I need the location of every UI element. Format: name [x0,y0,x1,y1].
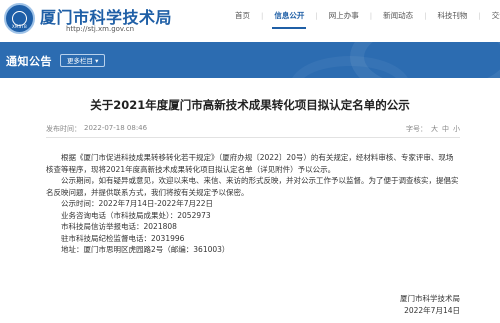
site-logo[interactable]: XMSTB [4,3,35,34]
body-paragraph: 公示期间，如有疑异或意见，欢迎以来电、来信、来访的形式反映，并对公示工作予以监督… [46,176,459,197]
article-meta: 发布时间： 2022-07-18 08:46 字号： 大 中 小 [46,122,460,138]
nav-item-online-services[interactable]: 网上办事 [318,0,370,32]
font-size-small-button[interactable]: 小 [453,124,460,134]
publish-date-label: 发布时间： [46,125,81,133]
font-size-medium-button[interactable]: 中 [442,124,449,134]
nav-item-publications[interactable]: 科技刊物 [426,0,478,32]
font-size-large-button[interactable]: 大 [431,124,438,134]
signature-block: 厦门市科学技术局 2022年7月14日 [400,293,460,317]
site-url: http://stj.xm.gov.cn [66,25,135,33]
logo-text: XMSTB [12,24,27,29]
nav-item-info-disclosure[interactable]: 信息公开 [263,0,315,32]
font-size-label: 字号： [406,125,427,133]
more-columns-button[interactable]: 更多栏目 ▾ [60,54,106,67]
section-title: 通知公告 [6,55,52,68]
nav-item-news[interactable]: 新闻动态 [372,0,424,32]
signature-org: 厦门市科学技术局 [400,294,460,303]
signature-date: 2022年7月14日 [404,306,460,315]
address: 地址：厦门市思明区虎园路2号（邮编：361003） [61,245,230,254]
article-title: 关于2021年度厦门市高新技术成果转化项目拟认定名单的公示 [90,98,410,112]
section-banner: 通知公告 更多栏目 ▾ [0,42,500,78]
notice-period: 公示时间：2022年7月14日-2022年7月22日 [61,199,214,208]
supervision-phone: 驻市科技局纪检监督电话：2031996 [61,233,185,243]
article-body: 根据《厦门市促进科技成果转移转化若干规定》（厦府办规〔2022〕20号）的有关规… [46,152,460,256]
publish-date: 2022-07-18 08:46 [84,124,148,132]
body-paragraph: 根据《厦门市促进科技成果转移转化若干规定》（厦府办规〔2022〕20号）的有关规… [46,153,454,174]
font-size-switcher: 字号： 大 中 小 [406,124,460,134]
main-nav: 首页 | 信息公开 | 网上办事 | 新闻动态 | 科技刊物 | 交流互动 [224,0,500,32]
consult-phone: 业务咨询电话（市科技局成果处）：2052973 [61,210,211,220]
nav-item-interaction[interactable]: 交流互动 [481,0,500,32]
nav-item-home[interactable]: 首页 [224,0,261,32]
report-phone: 市科技局信访举报电话：2021808 [61,222,177,231]
site-header: XMSTB 厦门市科学技术局 http://stj.xm.gov.cn 首页 |… [0,0,500,38]
